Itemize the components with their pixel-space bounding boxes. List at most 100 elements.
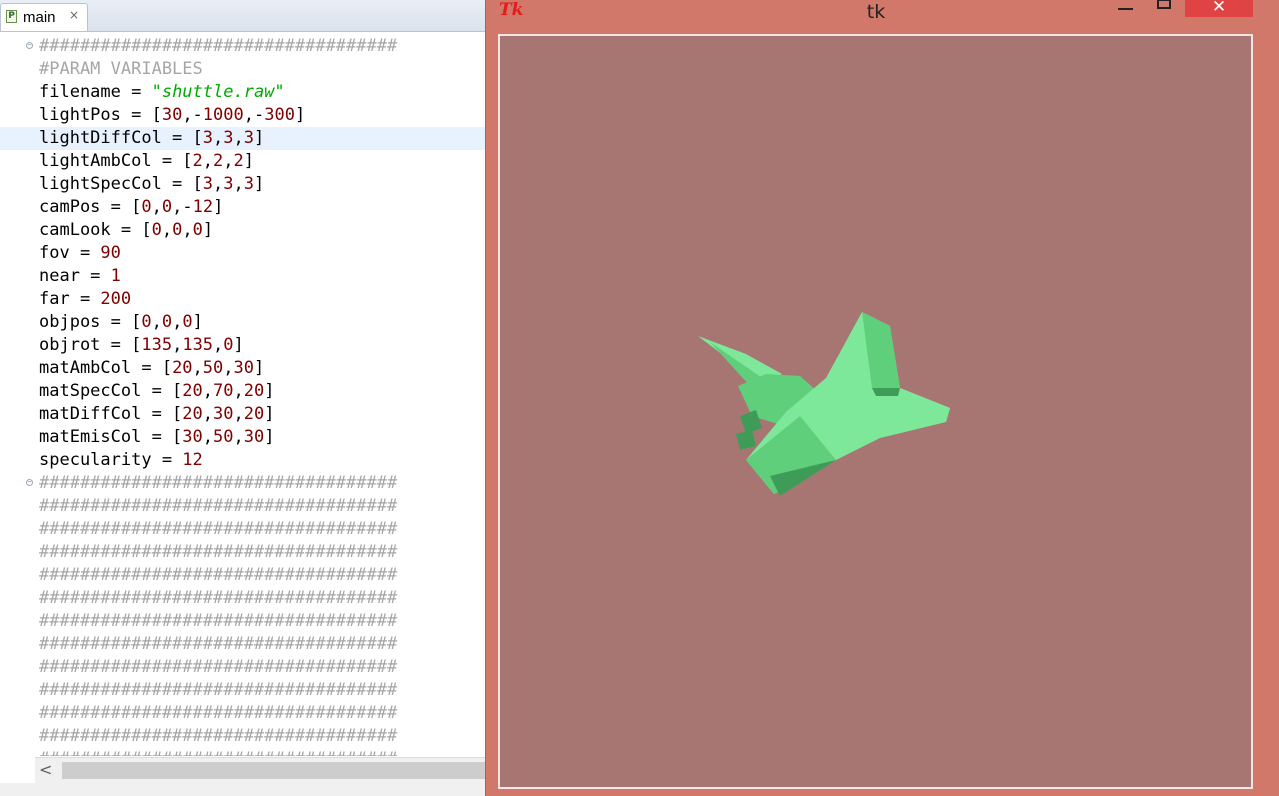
token-plain: , [233, 427, 244, 447]
code-line-text: ################################### [39, 702, 397, 725]
token-num: 0 [141, 312, 152, 332]
token-comment: ################################### [39, 703, 398, 723]
token-num: 1000 [202, 105, 244, 125]
code-line-text: ################################### [39, 748, 397, 756]
horizontal-scrollbar[interactable]: < [35, 757, 485, 783]
token-num: 3 [202, 174, 214, 194]
code-line-text: lightPos = [30,-1000,-300] [39, 104, 305, 127]
code-line-text: #PARAM VARIABLES [39, 58, 203, 81]
token-num: 3 [223, 174, 234, 194]
scrollbar-thumb[interactable] [62, 762, 485, 779]
token-plain: ] [254, 174, 265, 194]
token-plain: lightAmbCol = [ [39, 151, 193, 171]
fold-toggle-icon[interactable]: − [26, 42, 33, 49]
scroll-left-arrow-icon[interactable]: < [39, 760, 52, 779]
token-num: 50 [202, 358, 224, 378]
token-plain: , [161, 220, 173, 240]
token-plain: matEmisCol = [ [39, 427, 183, 447]
token-num: 3 [243, 128, 255, 148]
token-plain: , [233, 404, 244, 424]
code-line-text: objpos = [0,0,0] [39, 311, 203, 334]
token-plain: lightPos = [ [39, 105, 162, 125]
tk-window: Tk tk ✕ [485, 0, 1279, 796]
code-line-text: ################################### [39, 541, 397, 564]
token-num: 0 [151, 220, 162, 240]
token-plain: specularity = [39, 450, 183, 470]
token-comment: ################################### [39, 496, 398, 516]
token-num: 3 [223, 128, 234, 148]
code-line-text: ################################### [39, 472, 397, 495]
code-line-text: matDiffCol = [20,30,20] [39, 403, 275, 426]
token-num: 50 [213, 427, 234, 447]
token-comment: ################################### [39, 36, 398, 56]
token-comment: ################################### [39, 542, 398, 562]
token-num: 0 [141, 197, 152, 217]
token-num: 200 [100, 289, 132, 309]
tab-label: main [23, 9, 56, 26]
token-num: 0 [161, 197, 173, 217]
token-plain: , [233, 128, 244, 148]
token-plain: ] [294, 105, 306, 125]
tab-close-icon[interactable]: × [69, 8, 79, 22]
token-num: 0 [223, 335, 234, 355]
code-line-text: ################################### [39, 656, 397, 679]
token-plain: ] [233, 335, 244, 355]
token-plain: lightSpecCol = [ [39, 174, 203, 194]
token-num: 135 [141, 335, 173, 355]
token-plain: , [182, 220, 193, 240]
token-plain: ,- [243, 105, 265, 125]
code-line-text: lightDiffCol = [3,3,3] [39, 127, 264, 150]
token-num: 70 [213, 381, 234, 401]
code-line-text: ################################### [39, 564, 397, 587]
token-num: 30 [243, 427, 265, 447]
shuttle-model [698, 312, 950, 496]
token-num: 2 [213, 151, 224, 171]
token-plain: matSpecCol = [ [39, 381, 183, 401]
token-plain: , [213, 335, 224, 355]
token-num: 3 [202, 128, 214, 148]
minimize-button[interactable] [1111, 0, 1139, 17]
code-line-text: ################################### [39, 35, 397, 58]
token-plain: matAmbCol = [ [39, 358, 173, 378]
token-plain: , [192, 358, 203, 378]
fold-toggle-icon[interactable]: − [26, 479, 33, 486]
token-num: 300 [264, 105, 295, 125]
maximize-button[interactable] [1151, 0, 1179, 17]
token-plain: ] [202, 220, 214, 240]
token-comment: ################################### [39, 749, 397, 756]
token-num: 3 [243, 174, 255, 194]
token-num: 0 [182, 312, 193, 332]
render-canvas[interactable] [498, 34, 1253, 789]
token-plain: , [233, 381, 244, 401]
token-num: 0 [161, 312, 173, 332]
token-plain: , [202, 404, 214, 424]
tab-main[interactable]: P main × [0, 3, 88, 31]
close-button[interactable]: ✕ [1185, 0, 1253, 17]
token-plain: , [202, 151, 214, 171]
code-line-text: far = 200 [39, 288, 131, 311]
token-num: 30 [213, 404, 234, 424]
token-plain: , [223, 151, 234, 171]
code-line-text: lightAmbCol = [2,2,2] [39, 150, 254, 173]
code-line-text: filename = "shuttle.raw" [39, 81, 285, 104]
token-plain: ] [192, 312, 203, 332]
token-num: 0 [172, 220, 183, 240]
code-line-text: matAmbCol = [20,50,30] [39, 357, 264, 380]
code-line-text: ################################### [39, 518, 397, 541]
token-plain: near = [39, 266, 111, 286]
token-plain: , [172, 312, 183, 332]
token-plain: camPos = [ [39, 197, 142, 217]
code-line-text: camLook = [0,0,0] [39, 219, 213, 242]
token-comment: ################################### [39, 611, 398, 631]
code-line-text: matEmisCol = [30,50,30] [39, 426, 275, 449]
code-line-text: camPos = [0,0,-12] [39, 196, 223, 219]
token-comment: ################################### [39, 726, 398, 746]
token-plain: ] [264, 381, 275, 401]
tk-title-bar[interactable]: Tk tk ✕ [486, 0, 1279, 30]
token-num: 90 [100, 243, 121, 263]
token-plain: ] [264, 404, 275, 424]
token-plain: matDiffCol = [ [39, 404, 183, 424]
token-comment: #PARAM VARIABLES [39, 59, 203, 79]
token-num: 30 [161, 105, 183, 125]
token-plain: filename = [39, 82, 152, 102]
